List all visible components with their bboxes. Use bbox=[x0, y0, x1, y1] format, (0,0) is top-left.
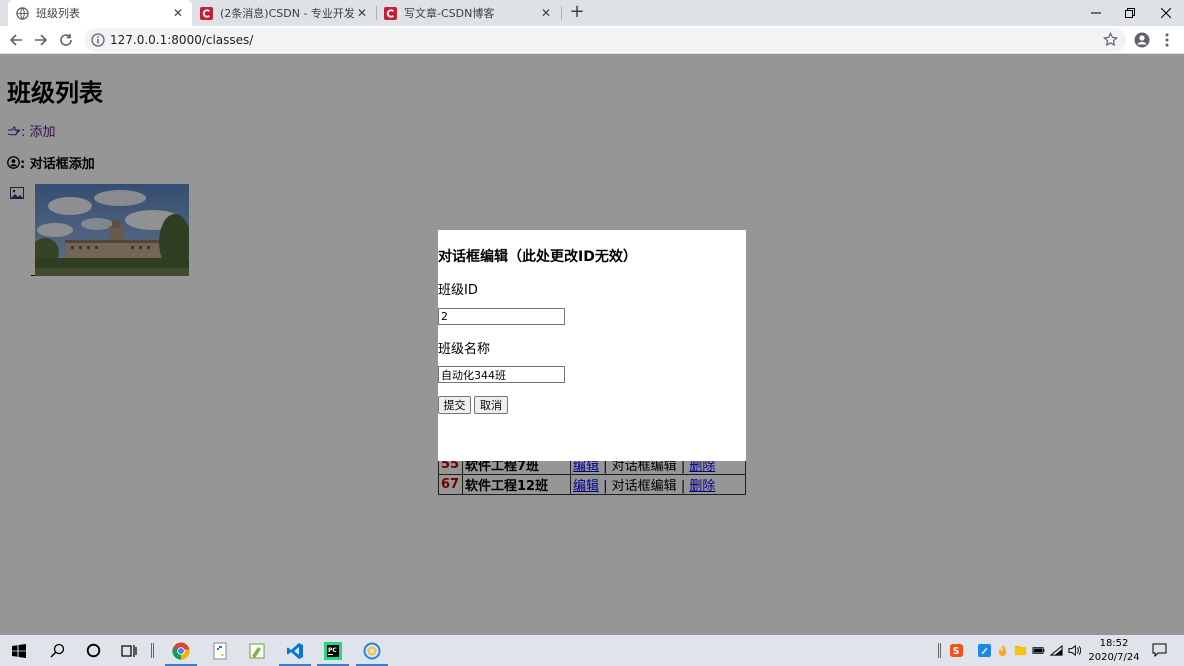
battery-icon[interactable] bbox=[1032, 644, 1045, 657]
search-icon bbox=[49, 643, 64, 658]
minimize-button[interactable] bbox=[1078, 0, 1114, 26]
cortana-circle-icon bbox=[86, 643, 100, 658]
taskbar-vscode[interactable] bbox=[276, 635, 314, 666]
kebab-menu-icon bbox=[1165, 33, 1169, 47]
profile-button[interactable] bbox=[1131, 29, 1153, 51]
forward-button[interactable] bbox=[30, 29, 52, 51]
info-icon[interactable] bbox=[91, 33, 105, 47]
close-icon bbox=[1161, 8, 1171, 18]
tray-flame-icon[interactable] bbox=[996, 644, 1009, 657]
notepad-plus-icon bbox=[249, 643, 265, 658]
tab-close-icon[interactable]: ✕ bbox=[170, 5, 186, 21]
csdn-logo-icon bbox=[384, 6, 397, 20]
page-content: 班级列表 : 添加 : 对话框添加 55 软件工程7班 编辑 | 对话框编辑 |… bbox=[0, 55, 1184, 635]
wifi-icon[interactable] bbox=[1050, 644, 1063, 657]
edit-dialog: 对话框编辑（此处更改ID无效） 班级ID 班级名称 提交 取消 bbox=[438, 230, 746, 461]
cortana-button[interactable] bbox=[74, 635, 112, 666]
tab-write-article[interactable]: 写文章-CSDN博客 ✕ bbox=[376, 0, 560, 26]
python-icon bbox=[213, 642, 227, 659]
task-view-icon bbox=[121, 644, 137, 657]
url-text[interactable]: 127.0.0.1:8000/classes/ bbox=[110, 28, 253, 52]
tray-divider bbox=[938, 643, 941, 658]
arrow-left-icon bbox=[9, 34, 22, 46]
class-name-label: 班级名称 bbox=[438, 342, 491, 357]
tab-csdn[interactable]: (2条消息)CSDN - 专业开发者社区 ✕ bbox=[192, 0, 376, 26]
vscode-icon bbox=[287, 642, 303, 659]
taskbar-pycharm[interactable]: PC bbox=[314, 635, 352, 666]
clock-time: 18:52 bbox=[1099, 638, 1129, 649]
account-icon bbox=[1134, 32, 1150, 48]
tab-close-icon[interactable]: ✕ bbox=[354, 5, 370, 21]
reload-icon bbox=[60, 34, 72, 46]
sogou-input-icon[interactable]: S bbox=[950, 644, 963, 657]
tab-close-icon[interactable]: ✕ bbox=[538, 5, 554, 21]
tab-title: 班级列表 bbox=[36, 7, 80, 20]
arrow-right-icon bbox=[35, 34, 48, 46]
svg-text:S: S bbox=[953, 646, 960, 657]
class-id-input[interactable] bbox=[438, 308, 565, 325]
tray-app-icon[interactable] bbox=[978, 644, 991, 657]
close-window-button[interactable] bbox=[1148, 0, 1184, 26]
csdn-logo-icon bbox=[200, 6, 213, 20]
back-button[interactable] bbox=[5, 29, 27, 51]
class-id-label: 班级ID bbox=[438, 283, 478, 298]
dialog-heading: 对话框编辑（此处更改ID无效） bbox=[438, 249, 637, 265]
taskbar-chrome[interactable] bbox=[162, 635, 200, 666]
address-bar[interactable]: 127.0.0.1:8000/classes/ bbox=[84, 28, 1126, 52]
browser-toolbar: 127.0.0.1:8000/classes/ bbox=[0, 26, 1184, 54]
menu-button[interactable] bbox=[1156, 29, 1178, 51]
tab-separator bbox=[561, 6, 562, 20]
tab-classes[interactable]: 班级列表 ✕ bbox=[8, 0, 192, 26]
taskbar-notepadpp[interactable] bbox=[238, 635, 276, 666]
bookmark-star-icon[interactable] bbox=[1103, 32, 1118, 47]
taskbar-divider bbox=[151, 643, 154, 658]
new-tab-button[interactable]: + bbox=[566, 2, 588, 24]
taskbar-python[interactable] bbox=[202, 635, 240, 666]
taskbar-app-blue[interactable] bbox=[353, 635, 391, 666]
search-button[interactable] bbox=[38, 635, 76, 666]
tab-title: 写文章-CSDN博客 bbox=[404, 7, 495, 20]
browser-swirl-icon bbox=[363, 642, 381, 659]
chrome-icon bbox=[172, 642, 190, 660]
clock-date: 2020/7/24 bbox=[1088, 652, 1140, 663]
tray-folder-icon[interactable] bbox=[1014, 644, 1027, 657]
notification-icon[interactable] bbox=[1152, 643, 1167, 657]
restore-icon bbox=[1125, 8, 1135, 18]
tab-title: (2条消息)CSDN - 专业开发者社区 bbox=[220, 7, 354, 20]
globe-icon bbox=[16, 6, 29, 20]
restore-button[interactable] bbox=[1112, 0, 1148, 26]
minimize-icon bbox=[1091, 12, 1101, 14]
reload-button[interactable] bbox=[55, 29, 77, 51]
class-name-input[interactable] bbox=[438, 366, 565, 383]
taskbar: PC S 18:52 2020/7/24 bbox=[0, 635, 1184, 666]
tab-strip: 班级列表 ✕ (2条消息)CSDN - 专业开发者社区 ✕ 写文章-CSDN博客… bbox=[0, 0, 1184, 26]
windows-logo-icon bbox=[12, 643, 26, 658]
task-view-button[interactable] bbox=[110, 635, 148, 666]
volume-icon[interactable] bbox=[1068, 644, 1081, 657]
pycharm-icon: PC bbox=[324, 641, 342, 660]
submit-button[interactable]: 提交 bbox=[438, 396, 471, 414]
taskbar-clock[interactable]: 18:52 2020/7/24 bbox=[1086, 637, 1142, 665]
cancel-button[interactable]: 取消 bbox=[474, 396, 508, 414]
start-button[interactable] bbox=[0, 635, 38, 666]
svg-text:PC: PC bbox=[328, 647, 337, 654]
